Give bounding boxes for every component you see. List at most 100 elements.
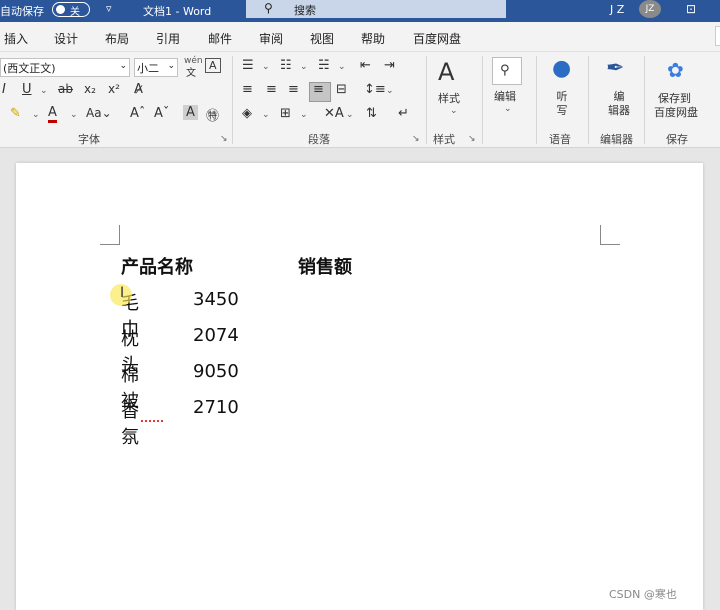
paragraph-group-label: 段落 bbox=[308, 133, 330, 146]
increase-indent-icon[interactable]: ⇥ bbox=[384, 58, 395, 73]
font-name-combo[interactable]: (西文正文) ⌄ bbox=[0, 58, 130, 77]
align-left-icon[interactable]: ≡ bbox=[242, 82, 253, 97]
underline-icon[interactable]: U bbox=[22, 82, 32, 97]
dictate-label-line2[interactable]: 写 bbox=[555, 104, 569, 118]
distributed-icon[interactable]: ⊟ bbox=[336, 82, 347, 97]
chevron-down-icon[interactable]: ⌄ bbox=[346, 110, 354, 120]
highlight-color-icon[interactable]: ✎ bbox=[10, 106, 21, 121]
superscript-icon[interactable]: x² bbox=[108, 82, 120, 96]
spelling-squiggle bbox=[141, 419, 163, 422]
bullets-icon[interactable]: ☰ bbox=[242, 58, 254, 73]
tell-me-box[interactable] bbox=[715, 26, 720, 46]
tab-view[interactable]: 视图 bbox=[310, 30, 334, 47]
document-page[interactable]: 产品名称 销售额 毛巾 3450 枕头 2074 棉被 9050 香氛 2710… bbox=[16, 163, 703, 610]
line-spacing-icon[interactable]: ↕≡ bbox=[364, 82, 386, 97]
sales-value: 2074 bbox=[193, 325, 239, 346]
sales-value: 9050 bbox=[193, 361, 239, 382]
chinese-layout-icon[interactable]: ✕A bbox=[324, 106, 344, 121]
clear-formatting-icon[interactable]: A̷ bbox=[134, 82, 143, 97]
tab-review[interactable]: 审阅 bbox=[259, 30, 283, 47]
tab-baidu-netdisk[interactable]: 百度网盘 bbox=[413, 30, 461, 47]
watermark: CSDN @寒也 bbox=[609, 588, 677, 601]
chevron-down-icon[interactable]: ⌄ bbox=[70, 110, 78, 120]
chevron-down-icon[interactable]: ⌄ bbox=[32, 110, 40, 120]
enclose-characters-icon[interactable]: ㊕ bbox=[206, 105, 219, 124]
group-divider bbox=[482, 56, 483, 144]
chevron-down-icon[interactable]: ⌄ bbox=[300, 110, 308, 120]
crop-mark-top-right bbox=[600, 225, 620, 245]
grow-font-icon[interactable]: Aˆ bbox=[130, 106, 145, 121]
autosave-toggle[interactable]: 关 bbox=[52, 2, 90, 18]
save-group-label: 保存 bbox=[666, 133, 688, 146]
shading-icon[interactable]: ◈ bbox=[242, 106, 252, 121]
customize-qat-icon[interactable]: ▿ bbox=[106, 2, 112, 15]
paragraph-dialog-launcher-icon[interactable]: ↘ bbox=[412, 134, 420, 144]
chevron-down-icon[interactable]: ⌄ bbox=[386, 86, 394, 96]
avatar[interactable]: JZ bbox=[639, 0, 661, 18]
styles-group-label: 样式 bbox=[433, 133, 455, 146]
editor-pen-icon[interactable]: ✒ bbox=[606, 56, 624, 81]
tab-layout[interactable]: 布局 bbox=[105, 30, 129, 47]
editing-button-label[interactable]: 编辑 bbox=[494, 90, 516, 104]
styles-icon[interactable]: A bbox=[438, 58, 454, 86]
save-to-label-line1[interactable]: 保存到 bbox=[658, 92, 691, 106]
group-divider bbox=[232, 56, 233, 144]
tab-help[interactable]: 帮助 bbox=[361, 30, 385, 47]
chevron-down-icon[interactable]: ⌄ bbox=[262, 110, 270, 120]
tab-design[interactable]: 设计 bbox=[54, 30, 78, 47]
styles-dialog-launcher-icon[interactable]: ↘ bbox=[468, 134, 476, 144]
save-to-label-line2[interactable]: 百度网盘 bbox=[654, 106, 698, 120]
decrease-indent-icon[interactable]: ⇤ bbox=[360, 58, 371, 73]
align-center-icon[interactable]: ≡ bbox=[266, 82, 277, 97]
group-divider bbox=[588, 56, 589, 144]
editor-label-line2[interactable]: 辑器 bbox=[604, 104, 634, 118]
show-paragraph-marks-icon[interactable]: ↵ bbox=[398, 106, 409, 121]
justify-icon: ≡ bbox=[313, 82, 324, 97]
numbering-icon[interactable]: ☷ bbox=[280, 58, 292, 73]
font-group-label: 字体 bbox=[78, 133, 100, 146]
ribbon: (西文正文) ⌄ 小二 ⌄ wén 文 A I U ⌄ ab x₂ x² A̷ … bbox=[0, 52, 720, 148]
chevron-down-icon[interactable]: ⌄ bbox=[504, 104, 512, 114]
italic-icon[interactable]: I bbox=[2, 82, 6, 97]
character-shading-icon[interactable]: A bbox=[183, 105, 198, 120]
user-name[interactable]: J Z bbox=[610, 3, 624, 16]
styles-button-label[interactable]: 样式 bbox=[438, 92, 460, 106]
align-right-icon[interactable]: ≡ bbox=[288, 82, 299, 97]
tab-insert[interactable]: 插入 bbox=[4, 30, 28, 47]
tab-references[interactable]: 引用 bbox=[156, 30, 180, 47]
font-size-combo[interactable]: 小二 ⌄ bbox=[134, 58, 178, 77]
editing-button[interactable]: ⚲ bbox=[492, 57, 522, 85]
header-sales: 销售额 bbox=[298, 257, 352, 278]
chevron-down-icon[interactable]: ⌄ bbox=[338, 62, 346, 72]
sort-icon[interactable]: ⇅ bbox=[366, 106, 377, 121]
editor-label-line1[interactable]: 编 bbox=[612, 90, 626, 104]
baidu-netdisk-icon[interactable]: ✿ bbox=[667, 58, 684, 82]
phonetic-guide-char: 文 bbox=[186, 68, 196, 79]
font-color-icon[interactable]: A bbox=[48, 106, 57, 123]
chevron-down-icon: ⌄ bbox=[167, 61, 175, 71]
tab-mailings[interactable]: 邮件 bbox=[208, 30, 232, 47]
group-divider bbox=[644, 56, 645, 144]
shrink-font-icon[interactable]: Aˇ bbox=[154, 106, 169, 121]
search-box[interactable]: ⚲ 搜索 bbox=[246, 0, 506, 18]
chevron-down-icon[interactable]: ⌄ bbox=[450, 106, 458, 116]
subscript-icon[interactable]: x₂ bbox=[84, 82, 96, 96]
microphone-icon[interactable]: ● bbox=[552, 56, 571, 81]
title-bar: 自动保存 关 ▿ 文档1 - Word ⚲ 搜索 J Z JZ ⊡ bbox=[0, 0, 720, 22]
chevron-down-icon[interactable]: ⌄ bbox=[300, 62, 308, 72]
crop-mark-top-left bbox=[100, 225, 120, 245]
borders-icon[interactable]: ⊞ bbox=[280, 106, 291, 121]
ribbon-tabs: 插入 设计 布局 引用 邮件 审阅 视图 帮助 百度网盘 bbox=[0, 22, 720, 52]
multilevel-list-icon[interactable]: ☵ bbox=[318, 58, 330, 73]
ribbon-display-options-icon[interactable]: ⊡ bbox=[686, 2, 696, 16]
search-placeholder: 搜索 bbox=[294, 4, 316, 17]
character-border-icon[interactable]: A bbox=[205, 58, 221, 73]
chevron-down-icon[interactable]: ⌄ bbox=[40, 86, 48, 96]
dictate-label-line1[interactable]: 听 bbox=[555, 90, 569, 104]
font-size-value: 小二 bbox=[137, 62, 159, 75]
voice-group-label: 语音 bbox=[549, 133, 571, 146]
change-case-icon[interactable]: Aa⌄ bbox=[86, 106, 112, 120]
font-dialog-launcher-icon[interactable]: ↘ bbox=[220, 134, 228, 144]
chevron-down-icon[interactable]: ⌄ bbox=[262, 62, 270, 72]
strikethrough-icon[interactable]: ab bbox=[58, 82, 73, 96]
